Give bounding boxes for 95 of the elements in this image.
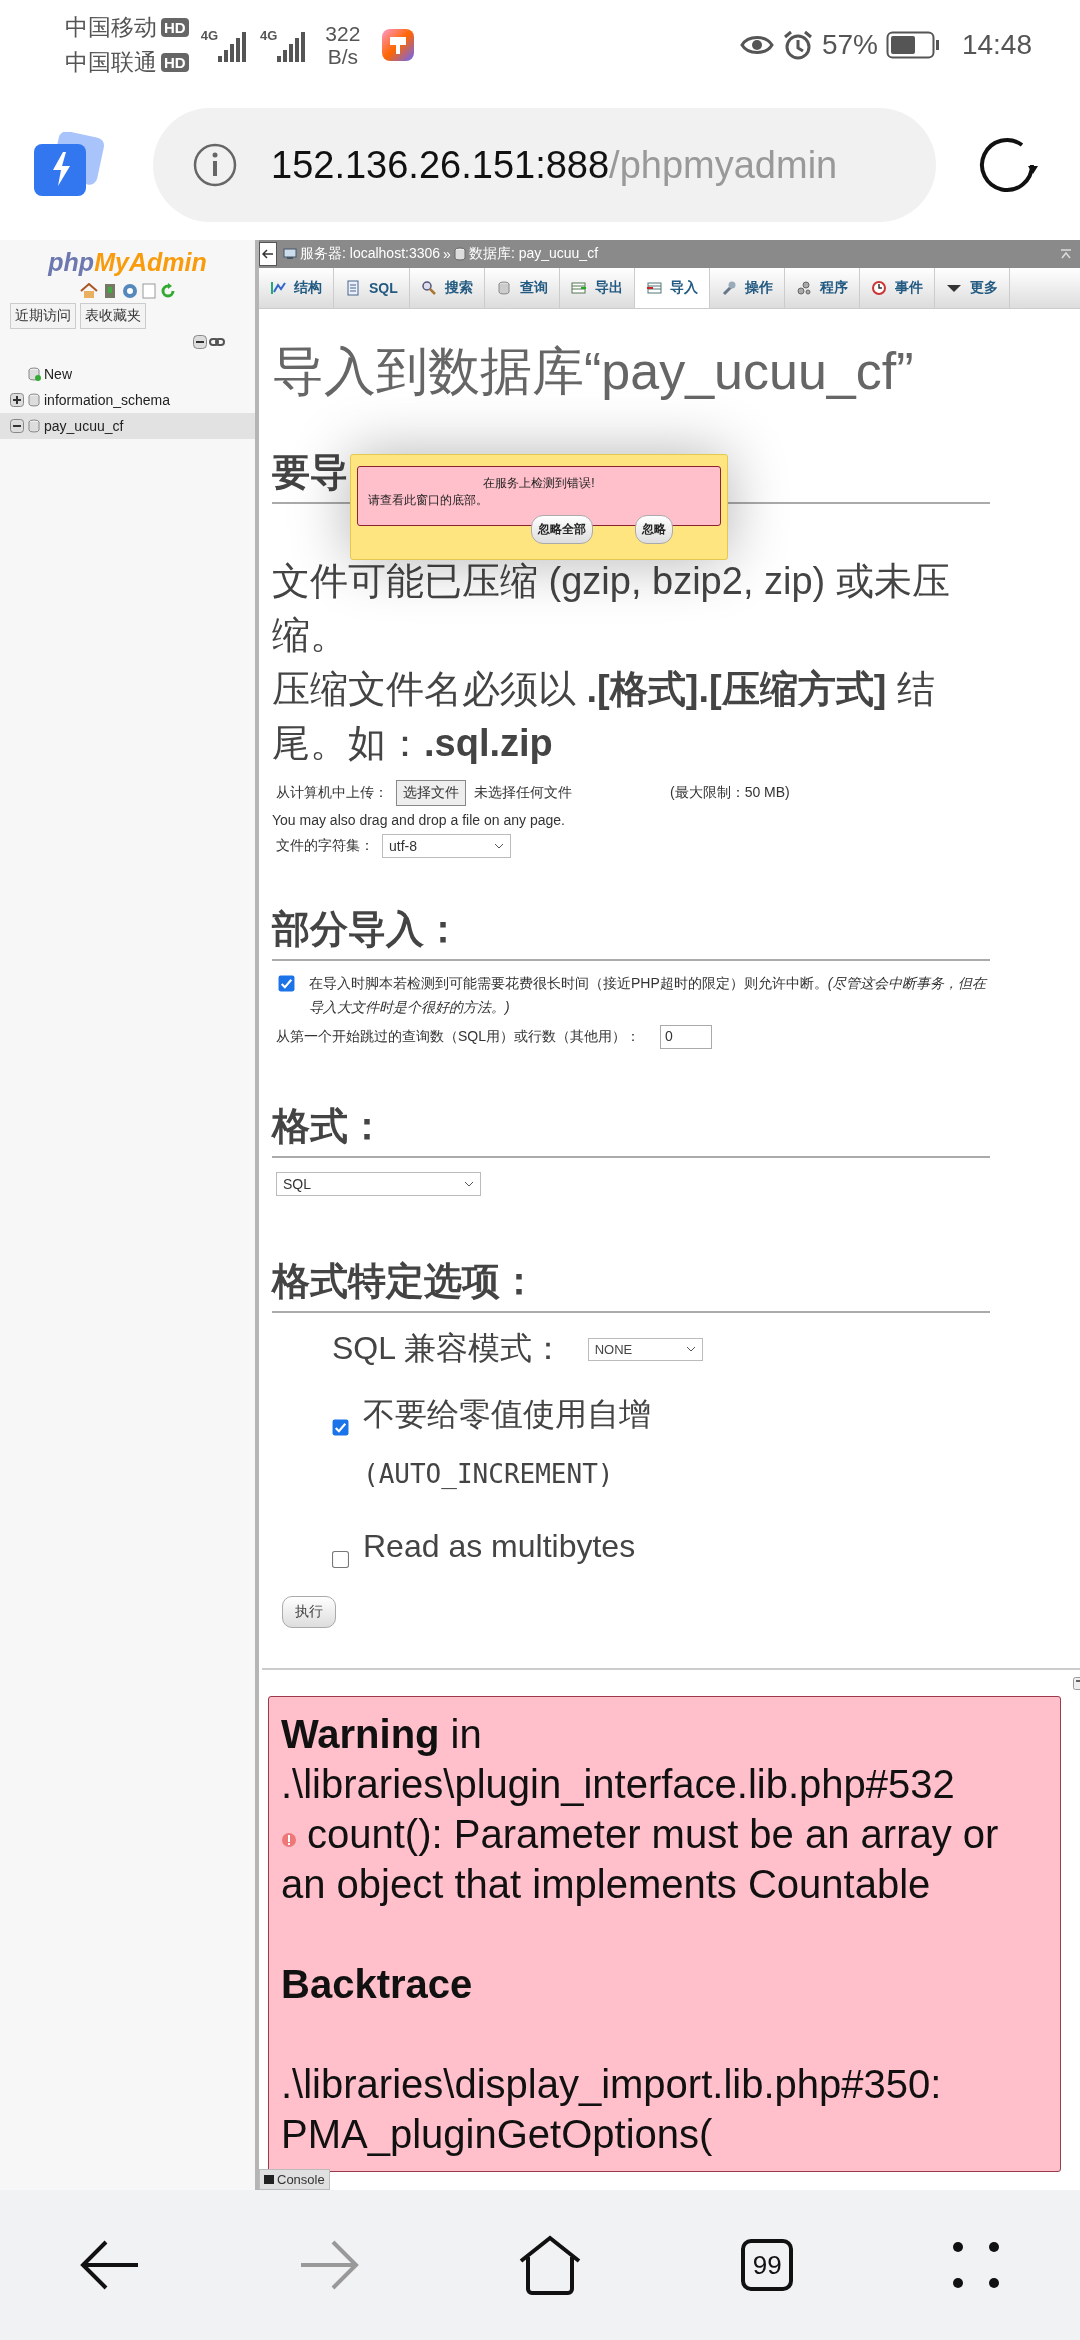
backtrace-heading: Backtrace	[281, 1961, 474, 2008]
dialog-button[interactable]: 忽略全部	[531, 515, 593, 544]
document-icon	[345, 280, 361, 296]
checkbox[interactable]	[332, 1551, 349, 1568]
chevron-icon	[464, 1181, 474, 1187]
tree-item[interactable]: information_schema	[0, 387, 255, 413]
logo-text[interactable]: phpMyAdmin	[0, 248, 255, 277]
file-name-note: 压缩文件名必须以 .[格式].[压缩方式] 结尾。如：.sql.zip	[272, 667, 936, 766]
database-icon	[453, 247, 466, 261]
url-text: 152.136.26.151:888/phpmyadmin	[271, 143, 838, 187]
carrier-name: 中国联通	[65, 48, 157, 77]
link-icon[interactable]	[209, 335, 225, 349]
error-icon	[281, 1832, 297, 1848]
clock-icon	[870, 280, 887, 296]
chevron-icon	[685, 1346, 696, 1352]
tree-label: information_schema	[44, 392, 171, 408]
sidebar-button[interactable]: 近期访问	[10, 303, 76, 329]
clock-time: 14:48	[961, 29, 1032, 61]
address-bar[interactable]: 152.136.26.151:888/phpmyadmin	[153, 108, 936, 222]
chart-icon	[270, 280, 286, 296]
database-icon	[27, 418, 41, 434]
terminal-icon	[264, 2175, 274, 2184]
battery-percent: 57%	[821, 29, 878, 61]
chevron-icon	[494, 843, 504, 849]
compat-dropdown[interactable]: NONE	[587, 1337, 703, 1361]
error-title: 在服务上检测到错误!	[482, 475, 596, 492]
section-heading: 要导	[272, 451, 348, 493]
search-icon	[420, 280, 437, 296]
network-label: 4G	[260, 28, 278, 43]
menu-icon[interactable]	[952, 2241, 1001, 2289]
server-icon	[283, 248, 297, 260]
speed-value: 322	[325, 21, 361, 45]
battery-icon	[885, 31, 940, 59]
trace-call: PMA_pluginGetOptions(	[281, 2111, 714, 2158]
section-heading: 格式特定选项：	[272, 1260, 538, 1302]
carrier-name: 中国移动	[65, 13, 157, 42]
app-icon	[382, 29, 415, 61]
info-icon	[193, 143, 237, 187]
option-label: Read as multibytes	[363, 1527, 637, 1566]
charset-dropdown[interactable]: utf-8	[382, 834, 511, 858]
choose-file-button[interactable]: 选择文件	[396, 780, 466, 806]
checkbox[interactable]	[332, 1419, 349, 1436]
upload-label: 从计算机中上传：	[276, 784, 388, 802]
charset-label: 文件的字符集：	[276, 837, 374, 855]
back-button[interactable]	[259, 242, 277, 266]
hd-badge: HD	[161, 53, 189, 72]
refresh-icon[interactable]	[159, 283, 176, 299]
arrow-icon	[262, 249, 274, 259]
eye-icon	[739, 33, 774, 57]
gears-icon	[795, 280, 812, 296]
skip-input[interactable]: 0	[660, 1025, 712, 1049]
tab[interactable]: 导入	[634, 268, 710, 308]
speed-unit: B/s	[327, 45, 359, 69]
network-label: 4G	[200, 28, 218, 43]
trace-file: .\libraries\display_import.lib.php#350:	[281, 2061, 943, 2108]
tab-count[interactable]: 99	[741, 2239, 794, 2291]
tree-item[interactable]: pay_ucuu_cf	[0, 413, 255, 439]
file-status: 未选择任何文件	[474, 784, 572, 802]
compression-note: 文件可能已压缩 (gzip, bzip2, zip) 或未压缩。	[272, 559, 951, 658]
table-icon	[645, 280, 662, 296]
cylinder-icon	[495, 280, 512, 296]
database-icon	[27, 366, 41, 382]
page-title: 导入到数据库“pay_ucuu_cf”	[272, 341, 915, 402]
tree-item[interactable]: New	[0, 361, 255, 387]
tree-label: New	[44, 366, 72, 382]
home-icon[interactable]	[517, 2235, 582, 2295]
checkbox[interactable]	[278, 975, 295, 992]
collapse-icon[interactable]	[193, 335, 207, 349]
forward-icon[interactable]	[298, 2239, 359, 2291]
dialog-button[interactable]: 忽略	[635, 515, 673, 544]
table-icon	[570, 280, 587, 296]
submit-button[interactable]: 执行	[282, 1596, 336, 1628]
warning-detail: count(): Parameter must be an array or an object that implements Countable	[281, 1811, 1000, 1908]
skip-label: 从第一个开始跳过的查询数（SQL用）或行数（其他用）：	[276, 1028, 640, 1046]
size-limit: (最大限制：50 MB)	[670, 784, 790, 802]
help-icon[interactable]	[121, 283, 138, 299]
option-label: 不要给零值使用自增 (AUTO_INCREMENT)	[363, 1395, 652, 1491]
expand-icon[interactable]	[10, 393, 24, 407]
alarm-icon	[781, 29, 814, 61]
error-message: 请查看此窗口的底部。	[368, 492, 489, 509]
tree-label: pay_ucuu_cf	[44, 418, 124, 434]
compat-label: SQL 兼容模式：	[332, 1329, 564, 1368]
breadcrumb-separator: »	[443, 246, 451, 262]
database-icon	[27, 392, 41, 408]
format-dropdown[interactable]: SQL	[276, 1172, 481, 1196]
interrupt-option: 在导入时脚本若检测到可能需要花费很长时间（接近PHP超时的限定）则允许中断。(尽管这会中断事务，但在导入大文件时是个很好的方法。)	[309, 971, 999, 1019]
drag-hint: You may also drag and drop a file on any page.	[272, 812, 566, 828]
console-tab[interactable]: Console	[259, 2169, 330, 2190]
section-heading: 部分导入：	[272, 908, 462, 950]
sidebar-button[interactable]: 表收藏夹	[80, 303, 146, 329]
hd-badge: HD	[161, 18, 189, 37]
collapse-icon[interactable]	[10, 419, 24, 433]
wrench-icon	[720, 280, 737, 296]
section-heading: 格式：	[272, 1105, 386, 1147]
back-icon[interactable]	[79, 2239, 140, 2291]
